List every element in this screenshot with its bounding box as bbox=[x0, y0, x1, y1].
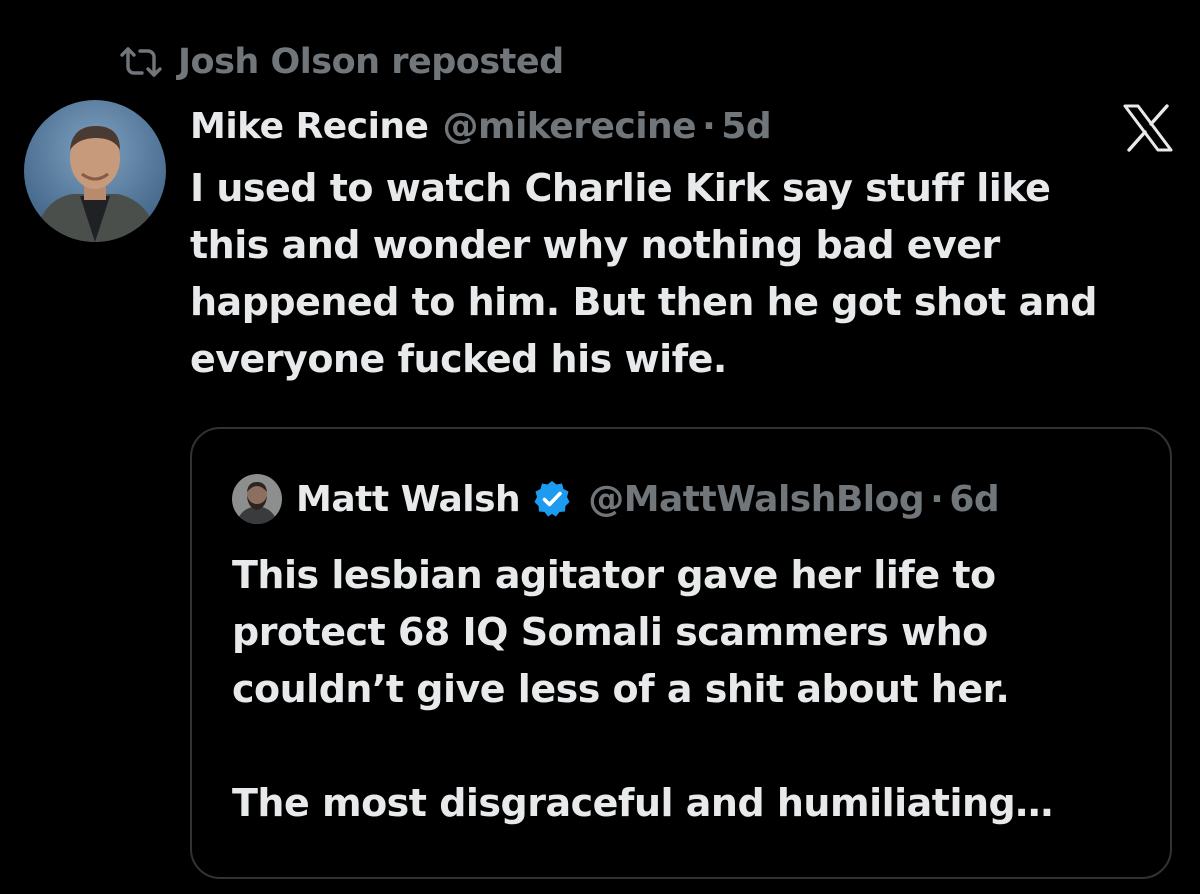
paragraph-break bbox=[232, 718, 1152, 775]
quoted-post-header: Matt Walsh @MattWalshBlog · 6d bbox=[232, 473, 1000, 525]
post-text-line: I used to watch Charlie Kirk say stuff l… bbox=[190, 166, 1051, 210]
author-handle[interactable]: @mikerecine bbox=[442, 106, 696, 147]
quoted-text-line: The most disgraceful and humiliating… bbox=[232, 781, 1053, 825]
quoted-text-line: protect 68 IQ Somali scammers who bbox=[232, 610, 988, 654]
quoted-post-timestamp[interactable]: 6d bbox=[949, 479, 999, 520]
separator-dot: · bbox=[702, 105, 716, 147]
repost-indicator[interactable]: Josh Olson reposted bbox=[118, 38, 564, 86]
separator-dot: · bbox=[930, 478, 944, 520]
post-text-line: this and wonder why nothing bad ever bbox=[190, 223, 1000, 267]
repost-icon bbox=[118, 45, 164, 79]
avatar[interactable] bbox=[24, 100, 166, 242]
quoted-avatar[interactable] bbox=[232, 474, 282, 524]
quoted-text-line: This lesbian agitator gave her life to bbox=[232, 553, 996, 597]
x-logo-icon bbox=[1122, 104, 1174, 152]
author-name[interactable]: Mike Recine bbox=[190, 106, 429, 147]
post-timestamp[interactable]: 5d bbox=[721, 106, 771, 147]
quoted-post-card[interactable]: Matt Walsh @MattWalshBlog · 6d This lesb… bbox=[190, 427, 1172, 879]
repost-label: Josh Olson reposted bbox=[178, 42, 564, 82]
verified-badge-icon bbox=[532, 479, 572, 519]
quoted-author-name[interactable]: Matt Walsh bbox=[296, 479, 521, 520]
post-text: I used to watch Charlie Kirk say stuff l… bbox=[190, 160, 1180, 388]
post-text-line: everyone fucked his wife. bbox=[190, 337, 727, 381]
post-text-line: happened to him. But then he got shot an… bbox=[190, 280, 1097, 324]
quoted-text-line: couldn’t give less of a shit about her. bbox=[232, 667, 1010, 711]
quoted-post-text: This lesbian agitator gave her life to p… bbox=[232, 547, 1152, 832]
quoted-author-handle[interactable]: @MattWalshBlog bbox=[588, 479, 924, 520]
post-header: Mike Recine @mikerecine · 5d bbox=[190, 100, 772, 152]
